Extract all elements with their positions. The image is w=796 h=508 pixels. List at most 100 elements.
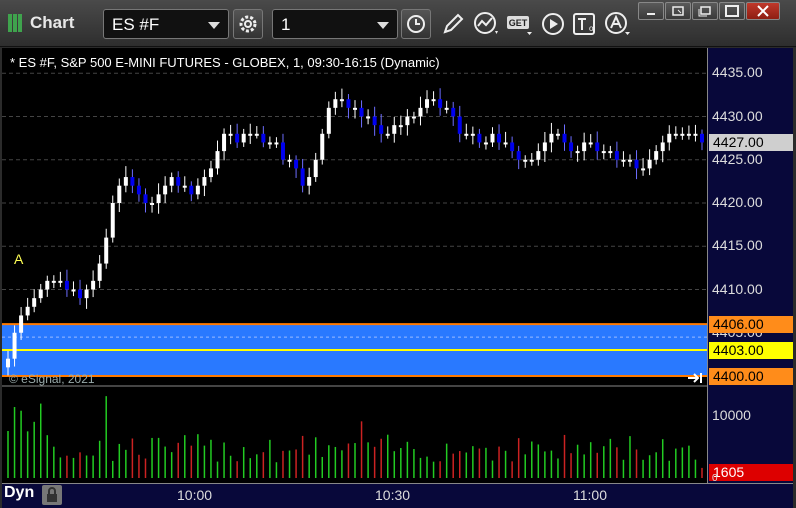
candle-body <box>451 107 456 117</box>
draw-tool-button[interactable] <box>440 11 468 37</box>
candle-body <box>497 133 502 143</box>
candle-body <box>163 185 168 195</box>
get-data-icon: GET <box>507 16 532 35</box>
candle-body <box>346 99 351 108</box>
symbol-selector[interactable]: ES #F <box>103 9 229 39</box>
lock-icon <box>47 487 57 502</box>
alert-button[interactable] <box>604 11 632 37</box>
candle-body <box>254 133 259 136</box>
candle-body <box>19 315 24 333</box>
interval-selector[interactable]: 1 <box>272 9 398 39</box>
candle-body <box>12 332 17 359</box>
minimize-icon <box>647 13 655 15</box>
window-minimize-button[interactable] <box>638 2 664 20</box>
candle-body <box>110 203 115 238</box>
candle-body <box>536 151 541 160</box>
candle-body <box>313 159 318 178</box>
candle-body <box>117 185 122 203</box>
price-tick-label: 4410.00 <box>712 280 763 297</box>
clock-icon <box>407 15 425 33</box>
study-curve-icon <box>474 12 498 34</box>
candle-body <box>228 133 233 136</box>
candle-body <box>64 280 69 290</box>
candle-body <box>182 185 187 188</box>
candle-body <box>693 133 698 136</box>
dynamic-mode-button[interactable]: Dyn <box>4 484 40 506</box>
candle-body <box>326 107 331 134</box>
candle-body <box>169 177 174 186</box>
copyright-text: © eSignal, 2021 <box>9 372 95 386</box>
candle-body <box>627 159 632 162</box>
window-close-button[interactable] <box>746 2 780 20</box>
candle-body <box>608 151 613 154</box>
candle-body <box>339 99 344 102</box>
go-to-end-button[interactable] <box>686 371 706 385</box>
chart-bars-icon <box>8 14 22 32</box>
candle-body <box>601 151 606 154</box>
price-tag: 4403.00 <box>709 342 793 360</box>
candle-body <box>490 133 495 143</box>
window-tile-button[interactable] <box>692 2 718 20</box>
svg-text:o: o <box>589 24 594 33</box>
time-tick-label: 11:00 <box>573 487 607 503</box>
candle-body <box>359 107 364 117</box>
candle-body <box>287 159 292 162</box>
candle-body <box>241 133 246 143</box>
symbol-value: ES #F <box>112 15 160 34</box>
price-tick-label: 4415.00 <box>712 237 763 254</box>
restore-icon <box>672 6 684 16</box>
candle-body <box>150 203 155 205</box>
text-tool-button[interactable]: o <box>571 11 599 37</box>
window-maximize-button[interactable] <box>719 2 745 20</box>
candle-body <box>280 142 285 160</box>
candle-body <box>686 133 691 136</box>
price-tag: 4427.00 <box>709 134 793 152</box>
candle-body <box>660 142 665 152</box>
candle-body <box>647 159 652 169</box>
volume-tick-label: 10000 <box>712 407 751 424</box>
chart-plot-area[interactable]: * ES #F, S&P 500 E-MINI FUTURES - GLOBEX… <box>2 48 707 483</box>
candle-body <box>510 142 515 152</box>
candle-body <box>123 177 128 186</box>
candle-body <box>78 289 83 299</box>
studies-button[interactable] <box>473 11 501 37</box>
candle-body <box>372 116 377 126</box>
candle-body <box>156 194 161 203</box>
candle-body <box>555 133 560 136</box>
candle-body <box>431 99 436 102</box>
candle-body <box>523 159 528 162</box>
candle-body <box>84 289 89 299</box>
candle-body <box>700 133 704 143</box>
candle-body <box>25 306 30 316</box>
candle-body <box>235 133 240 143</box>
lock-button[interactable] <box>42 485 62 505</box>
candle-body <box>189 185 194 195</box>
candle-body <box>503 142 508 145</box>
candle-body <box>320 133 325 160</box>
candle-body <box>71 289 76 292</box>
candle-body <box>294 159 299 169</box>
candle-body <box>516 151 521 160</box>
replay-button[interactable] <box>540 11 568 37</box>
svg-text:GET: GET <box>509 18 528 28</box>
get-data-button[interactable]: GET <box>506 11 534 37</box>
candle-body <box>621 159 626 162</box>
settings-button[interactable] <box>233 9 263 39</box>
candle-body <box>549 133 554 143</box>
window-restore-button[interactable] <box>665 2 691 20</box>
candle-body <box>45 280 50 290</box>
candle-body <box>176 177 181 186</box>
candle-body <box>385 133 390 136</box>
candle-body <box>267 142 272 145</box>
candle-body <box>483 142 488 145</box>
candle-body <box>562 133 567 143</box>
candle-body <box>667 133 672 143</box>
candle-body <box>529 159 534 162</box>
play-icon <box>542 13 564 35</box>
price-volume-chart[interactable] <box>2 48 707 483</box>
tile-icon <box>698 6 711 17</box>
time-button[interactable] <box>401 9 431 39</box>
candle-body <box>464 133 469 136</box>
candle-body <box>582 142 587 152</box>
candle-body <box>680 133 685 136</box>
